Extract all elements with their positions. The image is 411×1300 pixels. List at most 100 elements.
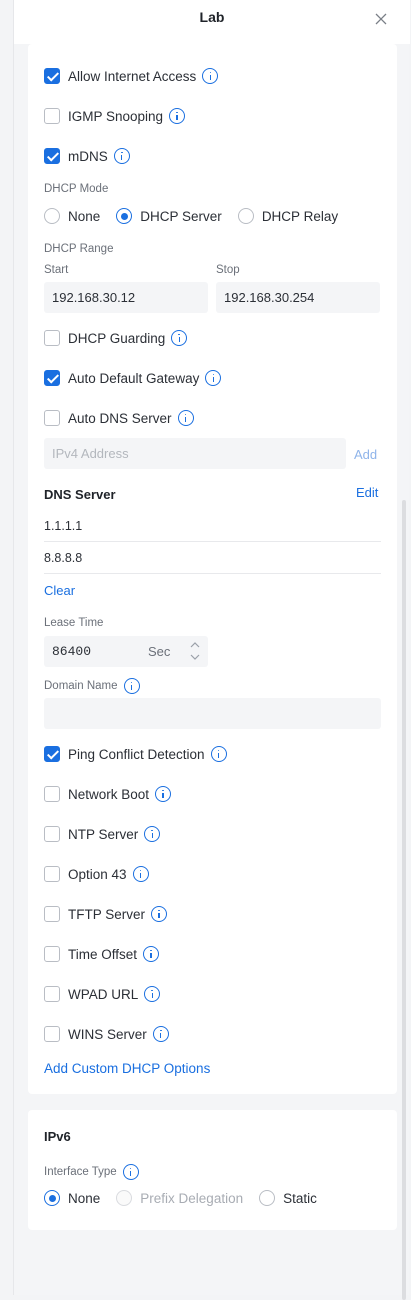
network-boot-checkbox[interactable] — [44, 786, 60, 802]
settings-panel: Lab Allow Internet Access IGMP Snooping … — [13, 0, 410, 1300]
option-label: Time Offset — [68, 946, 138, 962]
panel-header: Lab — [14, 0, 410, 44]
dhcp-mode-relay-radio[interactable] — [237, 208, 254, 224]
mdns-checkbox[interactable] — [44, 148, 60, 164]
option-igmp-snooping[interactable]: IGMP Snooping — [44, 106, 186, 126]
info-icon[interactable] — [143, 946, 160, 962]
info-icon[interactable] — [151, 906, 168, 922]
dhcp-range-stop-label: Stop — [216, 264, 240, 276]
domain-name-input[interactable] — [44, 698, 381, 729]
dns-server-value: 8.8.8.8 — [44, 551, 83, 565]
option-label: Allow Internet Access — [68, 68, 197, 84]
interface-type-static-radio[interactable] — [259, 1190, 276, 1206]
option-network-boot[interactable]: Network Boot — [44, 784, 172, 804]
dhcp-mode-label: DHCP Mode — [44, 183, 109, 195]
dns-server-title: DNS Server — [44, 487, 116, 502]
dhcp-range-stop-input[interactable]: 192.168.30.254 — [216, 282, 380, 313]
stepper-chevrons-icon[interactable] — [188, 638, 202, 664]
info-icon[interactable] — [169, 108, 186, 124]
auto-default-gateway-checkbox[interactable] — [44, 370, 60, 386]
panel-title: Lab — [199, 9, 225, 25]
domain-name-label: Domain Name — [44, 680, 118, 692]
option-mdns[interactable]: mDNS — [44, 146, 130, 166]
scrollbar[interactable] — [402, 500, 406, 1300]
interface-type-none-radio[interactable] — [44, 1190, 60, 1206]
info-icon[interactable] — [123, 678, 140, 694]
option-label: Ping Conflict Detection — [68, 746, 205, 762]
lease-time-label: Lease Time — [44, 617, 104, 629]
wpad-url-checkbox[interactable] — [44, 986, 60, 1002]
option-label: Option 43 — [68, 866, 127, 882]
option-tftp-server[interactable]: TFTP Server — [44, 904, 168, 924]
info-icon[interactable] — [171, 330, 188, 346]
option-allow-internet-access[interactable]: Allow Internet Access — [44, 66, 219, 86]
interface-type-prefix-delegation-radio — [116, 1190, 133, 1206]
lease-time-input[interactable]: 86400 Sec — [44, 636, 208, 667]
info-icon[interactable] — [144, 986, 161, 1002]
option-auto-default-gateway[interactable]: Auto Default Gateway — [44, 368, 222, 388]
radio-label: None — [68, 1190, 101, 1206]
dns-clear-button[interactable]: Clear — [44, 583, 75, 598]
option-label: mDNS — [68, 148, 108, 164]
dhcp-range-start-input[interactable]: 192.168.30.12 — [44, 282, 208, 313]
ping-conflict-detection-checkbox[interactable] — [44, 746, 60, 762]
dhcp-mode-server-radio[interactable] — [116, 208, 133, 224]
tftp-server-checkbox[interactable] — [44, 906, 60, 922]
interface-type-label-row: Interface Type — [44, 1162, 139, 1182]
dns-server-entry: 1.1.1.1 — [44, 510, 381, 542]
option-ntp-server[interactable]: NTP Server — [44, 824, 161, 844]
info-icon[interactable] — [205, 370, 222, 386]
radio-label: Prefix Delegation — [140, 1190, 244, 1206]
info-icon[interactable] — [177, 410, 194, 426]
option-option-43[interactable]: Option 43 — [44, 864, 149, 884]
info-icon[interactable] — [210, 746, 227, 762]
info-icon[interactable] — [122, 1164, 139, 1180]
option-label: WINS Server — [68, 1026, 147, 1042]
option-label: DHCP Guarding — [68, 330, 166, 346]
lease-time-unit: Sec — [148, 644, 171, 659]
radio-label: DHCP Relay — [261, 208, 339, 224]
option-time-offset[interactable]: Time Offset — [44, 944, 160, 964]
info-icon[interactable] — [144, 826, 161, 842]
network-settings-card: Allow Internet Access IGMP Snooping mDNS… — [28, 44, 397, 1094]
dhcp-mode-radio-group: None DHCP Server DHCP Relay — [44, 206, 354, 226]
add-custom-dhcp-options-link[interactable]: Add Custom DHCP Options — [44, 1061, 210, 1076]
ipv6-title: IPv6 — [44, 1129, 71, 1144]
option-wpad-url[interactable]: WPAD URL — [44, 984, 161, 1004]
radio-label: None — [68, 208, 101, 224]
auto-dns-server-checkbox[interactable] — [44, 410, 60, 426]
dns-add-button[interactable]: Add — [354, 447, 377, 462]
option-ping-conflict-detection[interactable]: Ping Conflict Detection — [44, 744, 227, 764]
option-label: IGMP Snooping — [68, 108, 164, 124]
option-dhcp-guarding[interactable]: DHCP Guarding — [44, 328, 188, 348]
option-label: TFTP Server — [68, 906, 146, 922]
option-label: Auto DNS Server — [68, 410, 172, 426]
wins-server-checkbox[interactable] — [44, 1026, 60, 1042]
option-label: Auto Default Gateway — [68, 370, 200, 386]
igmp-snooping-checkbox[interactable] — [44, 108, 60, 124]
dns-edit-button[interactable]: Edit — [356, 485, 378, 500]
option-label: NTP Server — [68, 826, 139, 842]
domain-name-label-row: Domain Name — [44, 676, 140, 696]
radio-label: Static — [283, 1190, 317, 1206]
time-offset-checkbox[interactable] — [44, 946, 60, 962]
info-icon[interactable] — [202, 68, 219, 84]
dns-ipv4-input[interactable]: IPv4 Address — [44, 438, 346, 469]
option-auto-dns-server[interactable]: Auto DNS Server — [44, 408, 194, 428]
info-icon[interactable] — [152, 1026, 169, 1042]
dhcp-range-label: DHCP Range — [44, 243, 114, 255]
option-43-checkbox[interactable] — [44, 866, 60, 882]
divider — [44, 573, 381, 574]
ntp-server-checkbox[interactable] — [44, 826, 60, 842]
allow-internet-access-checkbox[interactable] — [44, 68, 60, 84]
dhcp-guarding-checkbox[interactable] — [44, 330, 60, 346]
info-icon[interactable] — [132, 866, 149, 882]
info-icon[interactable] — [155, 786, 172, 802]
option-label: Network Boot — [68, 786, 150, 802]
dhcp-mode-none-radio[interactable] — [44, 208, 60, 224]
lease-time-value: 86400 — [52, 644, 92, 659]
ipv6-card: IPv6 Interface Type None Prefix Delegati… — [28, 1110, 397, 1230]
info-icon[interactable] — [113, 148, 130, 164]
close-icon[interactable] — [374, 12, 388, 26]
option-wins-server[interactable]: WINS Server — [44, 1024, 169, 1044]
